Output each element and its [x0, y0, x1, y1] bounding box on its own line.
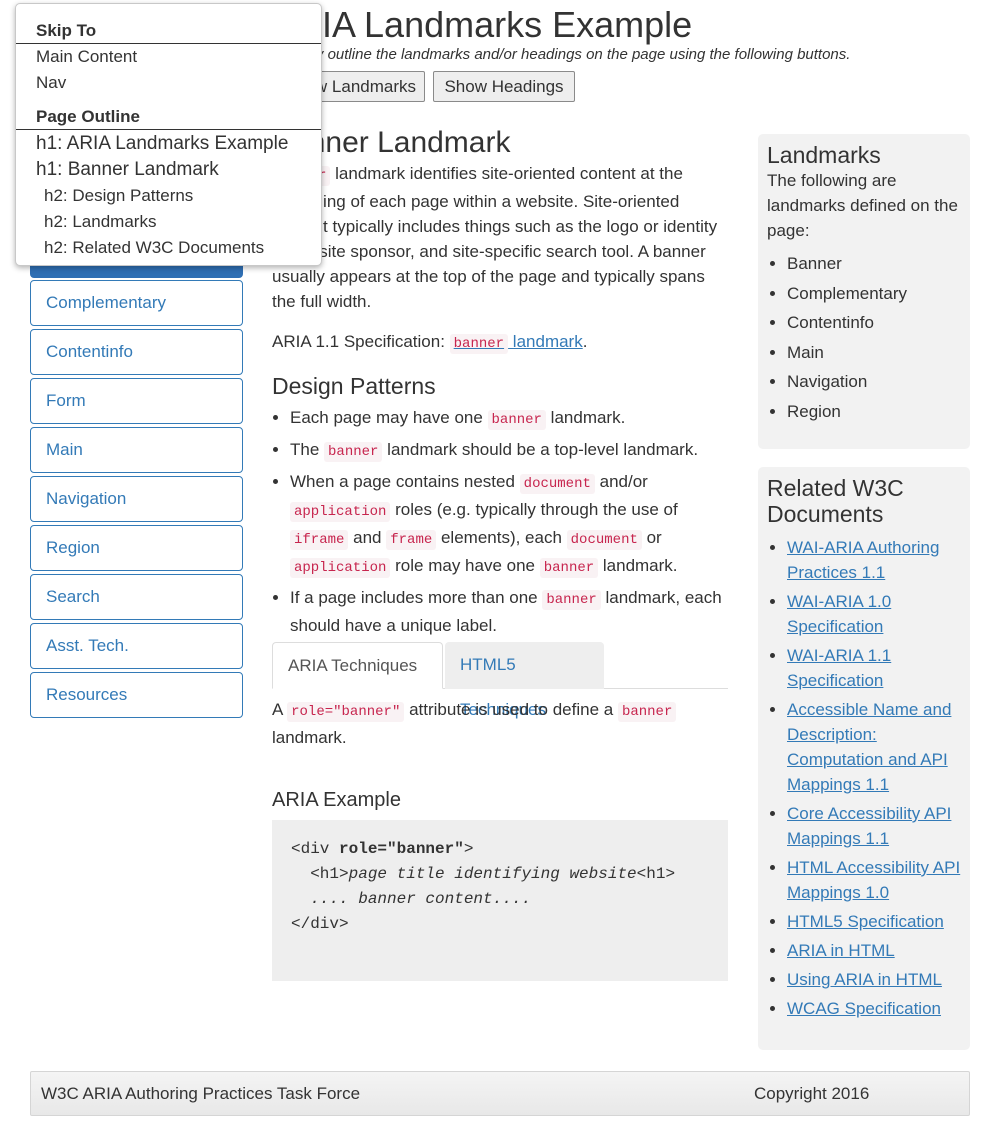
page-title: ARIA Landmarks Example [272, 4, 693, 45]
related-link[interactable]: Using ARIA in HTML [787, 970, 942, 989]
nav-item-contentinfo[interactable]: Contentinfo [30, 329, 243, 375]
related-link[interactable]: Core Accessibility API Mappings 1.1 [787, 804, 951, 848]
nav-item-form[interactable]: Form [30, 378, 243, 424]
list-item: When a page contains nested document and… [290, 469, 728, 581]
related-link[interactable]: WCAG Specification [787, 999, 941, 1018]
outline-item-h2[interactable]: h2: Design Patterns [44, 185, 193, 207]
nav-item-main[interactable]: Main [30, 427, 243, 473]
landmarks-heading: Landmarks [767, 142, 881, 168]
banner-landmark-heading: Banner Landmark [272, 126, 511, 159]
divider [16, 43, 321, 44]
outline-item-h2[interactable]: h2: Landmarks [44, 211, 156, 233]
footer-copyright: Copyright 2016 [754, 1084, 870, 1103]
design-patterns-list: Each page may have one banner landmark. … [272, 405, 728, 642]
spec-link[interactable]: banner landmark [449, 332, 583, 354]
list-item: Navigation [787, 369, 961, 394]
skipto-group-label: Skip To [36, 21, 97, 40]
related-documents-list: WAI-ARIA Authoring Practices 1.1 WAI-ARI… [767, 535, 961, 1021]
related-link[interactable]: WAI-ARIA 1.1 Specification [787, 646, 891, 690]
list-item: Banner [787, 251, 961, 276]
related-documents-box: Related W3C Documents WAI-ARIA Authoring… [758, 467, 970, 1050]
related-link[interactable]: HTML5 Specification [787, 912, 944, 931]
landmarks-box: Landmarks The following are landmarks de… [758, 134, 970, 449]
list-item: If a page includes more than one banner … [290, 585, 728, 638]
outline-item-h2[interactable]: h2: Related W3C Documents [44, 237, 264, 259]
banner-description: banner landmark identifies site-oriented… [272, 164, 718, 311]
list-item: Complementary [787, 281, 961, 306]
skipto-menu: Skip To Main Content Nav Page Outline h1… [15, 3, 322, 266]
nav-item-region[interactable]: Region [30, 525, 243, 571]
aria-example-heading: ARIA Example [272, 789, 401, 811]
tab-html5-techniques[interactable]: HTML5 Techniques [445, 642, 604, 719]
nav-item-complementary[interactable]: Complementary [30, 280, 243, 326]
spec-line: ARIA 1.1 Specification: banner landmark. [272, 332, 588, 354]
list-item: Contentinfo [787, 310, 961, 335]
related-documents-heading: Related W3C Documents [767, 475, 904, 527]
related-link[interactable]: Accessible Name and Description: Computa… [787, 700, 951, 794]
divider [16, 129, 321, 130]
show-headings-button[interactable]: Show Headings [433, 71, 575, 102]
skipto-main-content[interactable]: Main Content [36, 46, 137, 68]
outline-item-h1[interactable]: h1: ARIA Landmarks Example [36, 133, 288, 155]
nav-item-asst-tech[interactable]: Asst. Tech. [30, 623, 243, 669]
list-item: Region [787, 399, 961, 424]
footer-task-force: W3C ARIA Authoring Practices Task Force [41, 1084, 361, 1103]
list-item: The banner landmark should be a top-leve… [290, 437, 728, 465]
related-link[interactable]: HTML Accessibility API Mappings 1.0 [787, 858, 960, 902]
list-item: Each page may have one banner landmark. [290, 405, 728, 433]
code-example: <div role="banner"> <h1>page title ident… [272, 820, 728, 981]
main-content: Banner Landmark [272, 125, 728, 161]
nav-item-navigation[interactable]: Navigation [30, 476, 243, 522]
related-link[interactable]: WAI-ARIA Authoring Practices 1.1 [787, 538, 939, 582]
outline-item-h1[interactable]: h1: Banner Landmark [36, 159, 219, 181]
tab-panel-text: A role="banner" attribute is used to def… [272, 697, 728, 750]
tab-aria-techniques[interactable]: ARIA Techniques [272, 642, 443, 689]
techniques-tabs: ARIA Techniques HTML5 Techniques [272, 642, 728, 719]
page-outline-label: Page Outline [36, 107, 140, 126]
landmarks-list: Banner Complementary Contentinfo Main Na… [767, 251, 961, 424]
nav-item-resources[interactable]: Resources [30, 672, 243, 718]
related-link[interactable]: ARIA in HTML [787, 941, 895, 960]
nav-item-search[interactable]: Search [30, 574, 243, 620]
landmarks-text: The following are landmarks defined on t… [767, 171, 958, 240]
related-link[interactable]: WAI-ARIA 1.0 Specification [787, 592, 891, 636]
footer: W3C ARIA Authoring Practices Task Force … [30, 1071, 970, 1116]
intro-text: Visually outline the landmarks and/or he… [272, 46, 851, 63]
list-item: Main [787, 340, 961, 365]
design-patterns-heading: Design Patterns [272, 373, 436, 399]
skipto-nav[interactable]: Nav [36, 72, 66, 94]
